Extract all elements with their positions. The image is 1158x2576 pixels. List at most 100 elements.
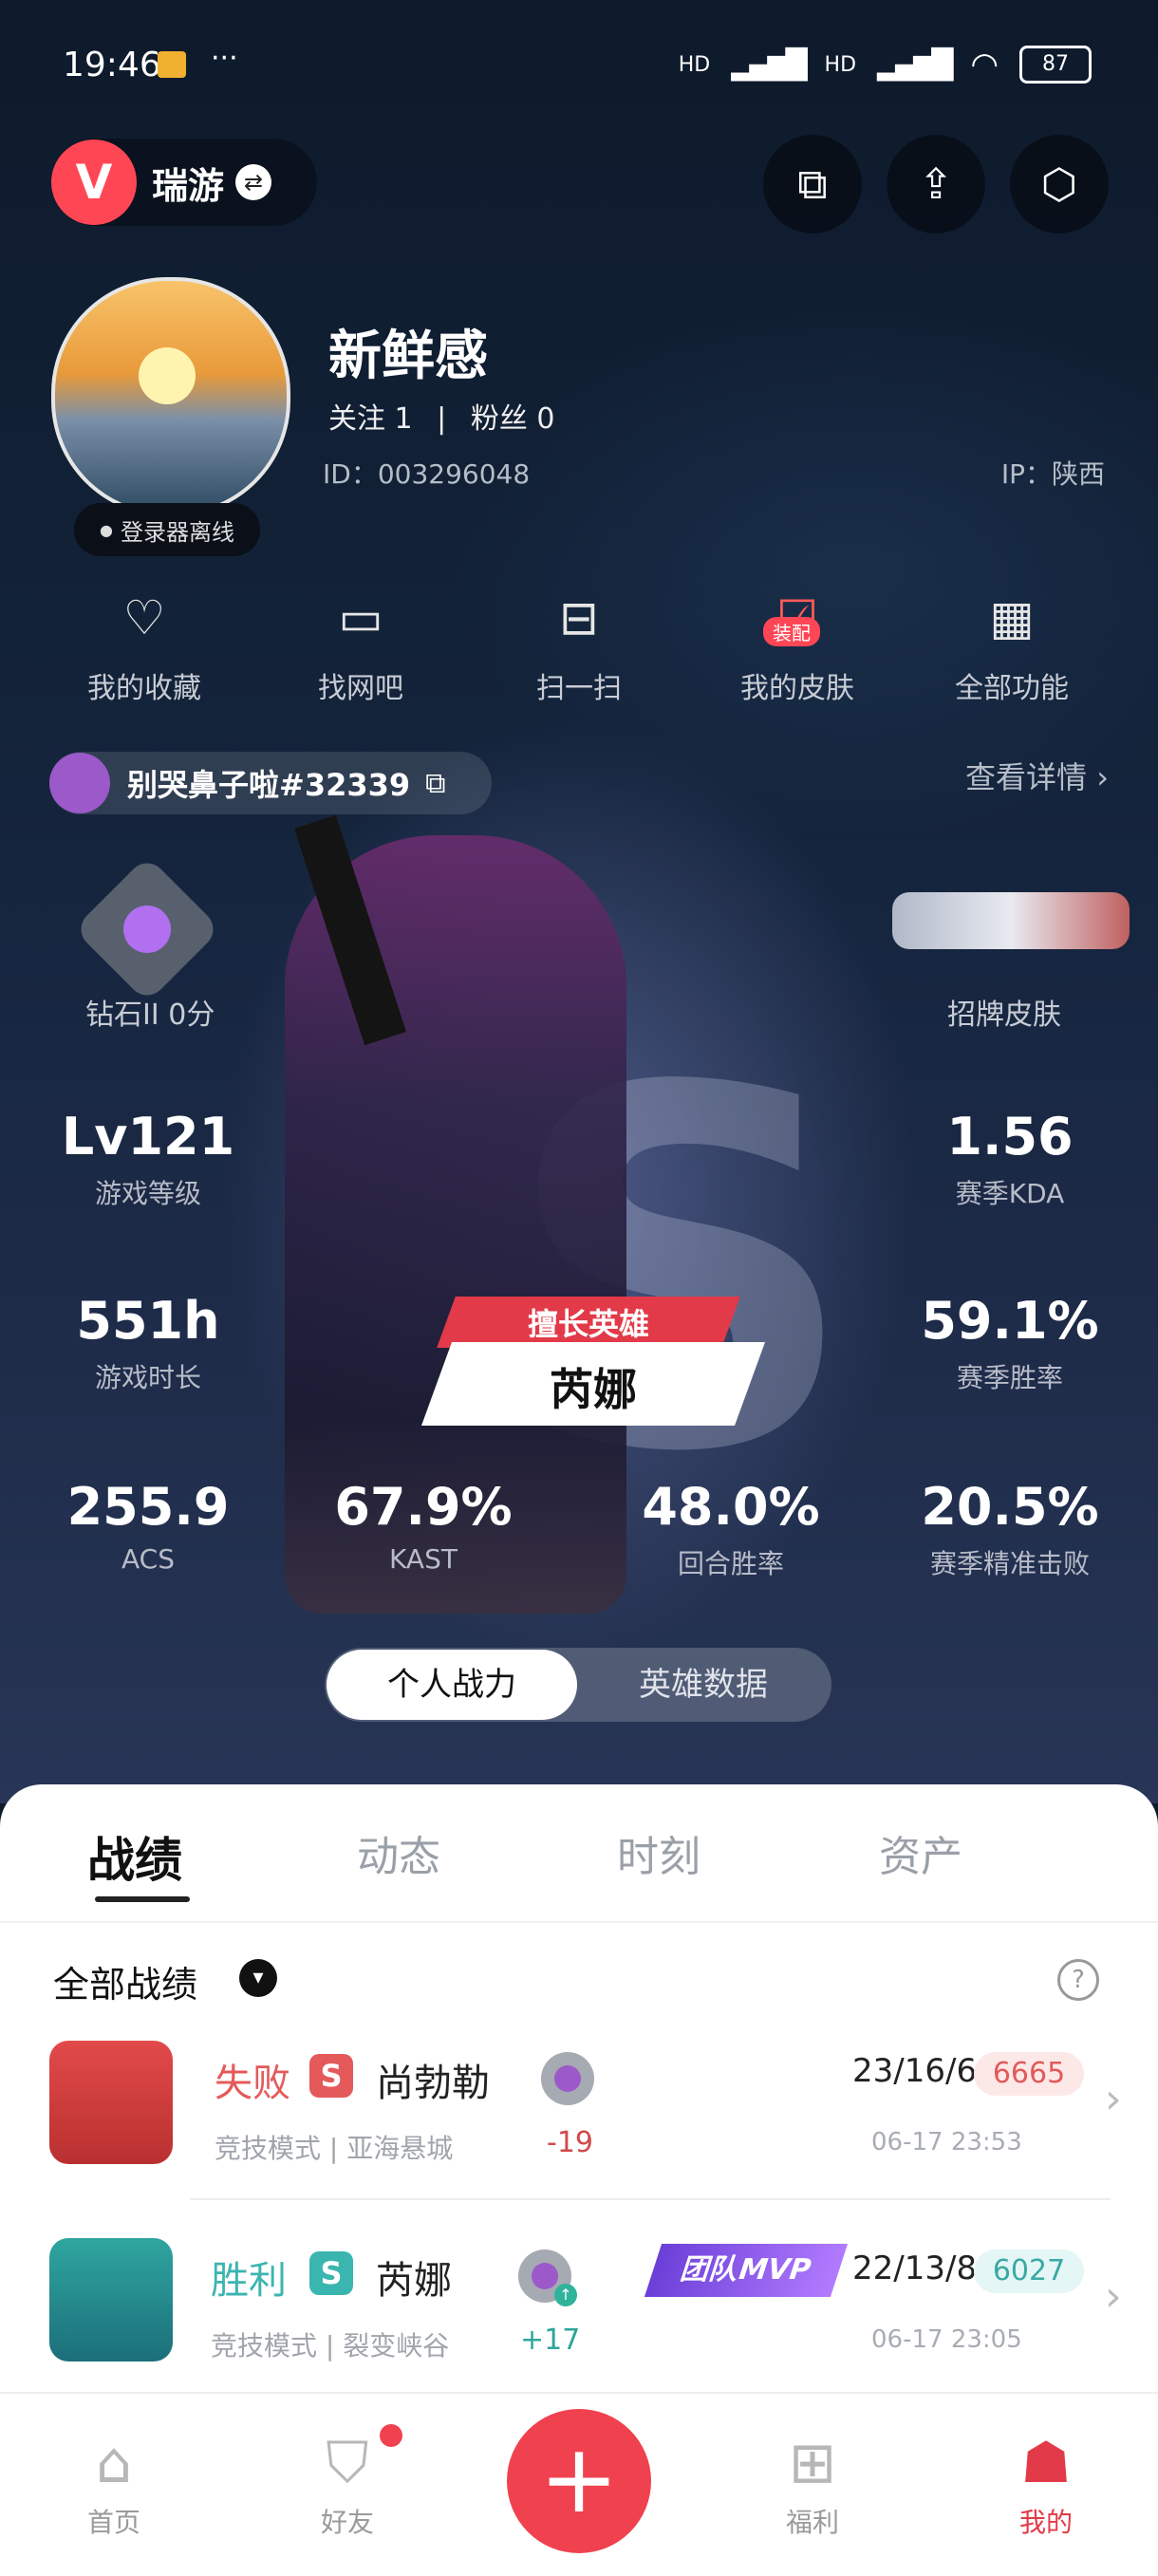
stat-acs-label: ACS bbox=[121, 1543, 175, 1575]
username: 新鲜感 bbox=[328, 326, 488, 387]
quick-action-skins[interactable]: ☑ 我的皮肤 bbox=[702, 588, 892, 706]
segment-personal-power[interactable]: 个人战力 bbox=[327, 1650, 577, 1720]
stat-precision-value: 20.5% bbox=[921, 1477, 1099, 1537]
match-agent-avatar[interactable] bbox=[49, 2041, 173, 2164]
avatar[interactable] bbox=[51, 277, 290, 516]
stat-precision-label: 赛季精准击败 bbox=[929, 1548, 1090, 1579]
monitor-icon: ▭ bbox=[338, 590, 383, 645]
match-result: 胜利 bbox=[211, 2259, 287, 2303]
chevron-down-icon[interactable]: ▾ bbox=[239, 1959, 277, 1997]
tab-assets[interactable]: 资产 bbox=[879, 1822, 962, 1883]
stat-round-win-value: 48.0% bbox=[642, 1477, 820, 1537]
riot-id: 别哭鼻子啦#32339 bbox=[127, 767, 411, 803]
stat-hours-value: 551h bbox=[76, 1291, 220, 1351]
game-switcher[interactable]: V 瑞游 ⇄ bbox=[51, 139, 317, 226]
tab-records[interactable]: 战绩 bbox=[87, 1822, 182, 1891]
tab-divider bbox=[0, 1921, 1158, 1923]
nav-home[interactable]: ⌂ 首页 bbox=[47, 2430, 180, 2540]
notification-icon bbox=[158, 51, 186, 78]
match-time: 06-17 23:05 bbox=[871, 2325, 1022, 2354]
rank-gem-icon bbox=[123, 905, 171, 953]
add-post-button[interactable]: + bbox=[507, 2409, 651, 2553]
quick-action-find-cafe[interactable]: ▭ 找网吧 bbox=[266, 588, 456, 706]
help-icon[interactable]: ? bbox=[1057, 1959, 1099, 2001]
nav-me[interactable]: ☗ 我的 bbox=[980, 2430, 1112, 2540]
match-score: 6027 bbox=[974, 2249, 1084, 2293]
row-divider bbox=[190, 2198, 1111, 2200]
game-name: 瑞游 bbox=[152, 164, 225, 207]
chevron-right-icon[interactable]: › bbox=[1105, 2272, 1122, 2321]
copy-icon[interactable]: ⧉ bbox=[425, 767, 445, 800]
match-score: 6665 bbox=[974, 2052, 1084, 2096]
stat-kda-value: 1.56 bbox=[946, 1107, 1074, 1167]
match-rank-gem bbox=[554, 2065, 581, 2092]
grid-icon: ▦ bbox=[989, 590, 1035, 645]
rank-up-icon: ↑ bbox=[554, 2284, 577, 2306]
quick-action-label: 扫一扫 bbox=[536, 672, 622, 705]
nav-label: 首页 bbox=[86, 2507, 140, 2538]
signature-skin-label: 招牌皮肤 bbox=[947, 999, 1061, 1032]
match-mode: 竞技模式 | 裂变峡谷 bbox=[211, 2330, 450, 2361]
quick-action-scan[interactable]: ⊟ 扫一扫 bbox=[484, 588, 674, 706]
match-time: 06-17 23:53 bbox=[871, 2128, 1022, 2156]
share-button[interactable]: ⇪ bbox=[887, 135, 985, 233]
match-agent-avatar[interactable] bbox=[49, 2238, 173, 2361]
more-status-icon: ··· bbox=[211, 42, 238, 75]
tab-moments[interactable]: 时刻 bbox=[617, 1822, 700, 1883]
match-kda: 22/13/8 bbox=[852, 2249, 978, 2287]
stat-level-value: Lv121 bbox=[61, 1107, 235, 1167]
nav-label: 好友 bbox=[320, 2507, 374, 2538]
match-agent-name: 尚勃勒 bbox=[376, 2062, 490, 2105]
riot-id-pill[interactable]: 别哭鼻子啦#32339 ⧉ bbox=[49, 752, 492, 814]
equip-badge: 装配 bbox=[763, 617, 820, 646]
segment-agent-data[interactable]: 英雄数据 bbox=[577, 1650, 830, 1720]
fans-count[interactable]: 粉丝 0 bbox=[471, 402, 555, 436]
status-icons: HD ▂▄▆█ HD ▂▄▆█ ◠ 87 bbox=[679, 46, 1092, 84]
status-dot-icon: ● bbox=[100, 520, 113, 539]
settings-icon: ⬡ bbox=[1040, 159, 1078, 209]
edit-card-button[interactable]: ⧉ bbox=[763, 135, 862, 233]
tab-activity[interactable]: 动态 bbox=[357, 1822, 440, 1883]
notification-dot bbox=[380, 2424, 402, 2447]
view-details-link[interactable]: 查看详情 › bbox=[965, 754, 1109, 797]
scan-icon: ⊟ bbox=[559, 590, 599, 645]
gift-icon: ⊞ bbox=[788, 2430, 837, 2496]
status-time: 19:46 bbox=[63, 46, 161, 84]
user-id: ID：003296048 bbox=[323, 458, 531, 490]
stat-kda-label: 赛季KDA bbox=[955, 1178, 1065, 1209]
chevron-right-icon[interactable]: › bbox=[1105, 2075, 1122, 2123]
records-filter[interactable]: 全部战绩 bbox=[53, 1955, 197, 2007]
quick-action-label: 我的收藏 bbox=[87, 672, 201, 705]
profile-icon: ☗ bbox=[1020, 2430, 1072, 2496]
chevron-right-icon: › bbox=[1096, 759, 1109, 795]
quick-action-all[interactable]: ▦ 全部功能 bbox=[917, 588, 1107, 706]
player-card-icon bbox=[49, 753, 110, 813]
signature-skin-image[interactable] bbox=[892, 892, 1130, 949]
quick-action-label: 全部功能 bbox=[955, 672, 1069, 705]
edit-card-icon: ⧉ bbox=[797, 159, 828, 209]
match-rating-badge: S bbox=[309, 2054, 353, 2098]
stat-acs-value: 255.9 bbox=[66, 1477, 230, 1537]
stat-round-win-label: 回合胜率 bbox=[677, 1548, 784, 1579]
stat-winrate-value: 59.1% bbox=[921, 1291, 1099, 1351]
match-result: 失败 bbox=[215, 2062, 290, 2105]
match-kda: 23/16/6 bbox=[852, 2052, 978, 2090]
following-count[interactable]: 关注 1 bbox=[328, 402, 413, 436]
settings-button[interactable]: ⬡ bbox=[1010, 135, 1109, 233]
quick-action-favorites[interactable]: ♡ 我的收藏 bbox=[49, 588, 239, 706]
tab-indicator bbox=[95, 1896, 190, 1902]
quick-action-label: 我的皮肤 bbox=[740, 672, 854, 705]
match-rank-delta: +17 bbox=[520, 2324, 581, 2357]
stat-hours-label: 游戏时长 bbox=[94, 1362, 201, 1393]
signal-bars-icon: ▂▄▆█ bbox=[731, 47, 807, 82]
signal-icon: HD bbox=[678, 52, 711, 77]
nav-benefits[interactable]: ⊞ 福利 bbox=[746, 2430, 879, 2540]
quick-action-label: 找网吧 bbox=[318, 672, 403, 705]
login-status-text: 登录器离线 bbox=[120, 518, 234, 546]
signal-icon-2: HD bbox=[824, 52, 857, 77]
heart-icon: ♡ bbox=[122, 590, 166, 645]
ip-location: IP：陕西 bbox=[1000, 458, 1105, 490]
rank-label: 钻石II 0分 bbox=[85, 999, 215, 1032]
match-rank-gem bbox=[532, 2263, 558, 2289]
follow-separator: | bbox=[437, 402, 447, 436]
